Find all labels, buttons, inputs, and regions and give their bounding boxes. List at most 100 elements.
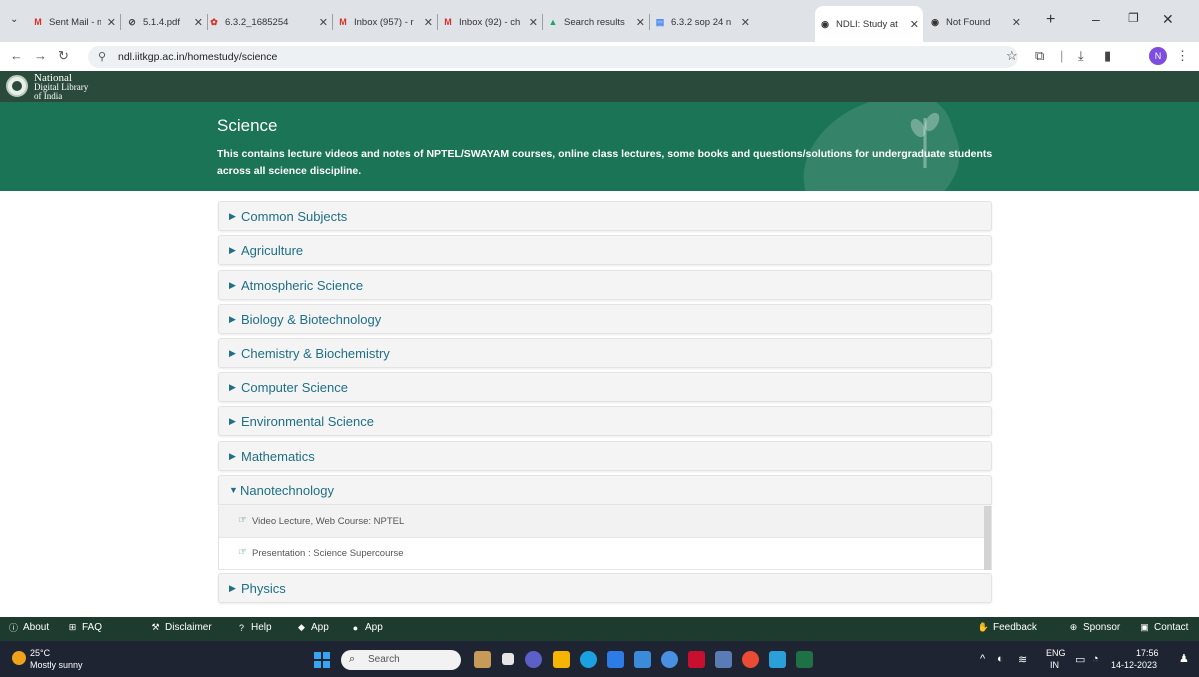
tab-close-icon[interactable]: ✕ [319,16,328,29]
site-info-icon[interactable]: ⚲ [98,50,106,63]
taskbar-app-icon[interactable] [474,651,491,668]
weather-temperature[interactable]: 25°C [30,648,50,658]
photos-icon[interactable] [634,651,651,668]
caret-right-icon: ▶ [229,583,236,593]
footer-feedback-link[interactable]: ✋ Feedback [978,622,1037,633]
weather-sun-icon[interactable] [12,651,26,665]
back-icon[interactable]: ← [10,48,23,63]
tab-title: Not Found [946,16,991,28]
browser-tab[interactable]: ◉ Not Found ✕ [925,8,1025,36]
browser-tab-strip: ⌄ M Sent Mail - mo ✕ ⊘ 5.1.4.pdf ✕ ✿ 6.3.2_1685… [0,0,1199,42]
resource-link-item[interactable]: ☞ Presentation : Science Supercourse [219,538,985,570]
subject-accordion-item[interactable]: ▶ Agriculture [218,235,992,265]
extensions-icon[interactable]: ⧉ [1035,48,1044,64]
browser-tab[interactable]: M Inbox (92) - ch ✕ [438,8,542,36]
panel-scrollbar[interactable] [984,506,991,570]
docs-icon: ▤ [655,16,665,27]
tab-close-icon[interactable]: ✕ [194,16,203,29]
edge-icon[interactable] [580,651,597,668]
network-icon[interactable]: ▭ [1075,653,1085,666]
mcafee-icon[interactable] [688,651,705,668]
browser-tab[interactable]: ✿ 6.3.2_1685254 ✕ [204,8,332,36]
subject-accordion-item[interactable]: ▶ Computer Science [218,372,992,402]
subject-label: Agriculture [241,243,304,258]
browser-tab[interactable]: ◉ NDLI: Study at ✕ [815,6,923,42]
volume-icon[interactable]: ◔ [1092,653,1099,665]
tray-app-icon[interactable]: ◐ [997,653,1004,665]
excel-icon[interactable] [796,651,813,668]
drive-icon: ▲ [548,17,558,27]
language-indicator[interactable]: ENG [1046,648,1066,658]
subject-accordion-item[interactable]: ▼ Nanotechnology [218,475,992,505]
reload-icon[interactable]: ↻ [58,48,69,64]
task-view-icon[interactable] [502,653,514,665]
menu-kebab-icon[interactable]: ⋮ [1176,48,1189,64]
close-window-icon[interactable]: ✕ [1162,11,1174,28]
taskbar-search-box[interactable]: ⌕ Search [341,650,461,670]
tab-close-icon[interactable]: ✕ [424,16,433,29]
browser-tab[interactable]: M Sent Mail - mo ✕ [28,8,120,36]
subject-accordion-item[interactable]: ▶ Physics [218,573,992,603]
notification-bell-icon[interactable]: ♟ [1179,652,1189,665]
minimize-icon[interactable]: – [1092,11,1100,27]
url-text[interactable]: ndl.iitkgp.ac.in/homestudy/science [118,51,277,63]
app-icon[interactable] [715,651,732,668]
footer-contact-link[interactable]: ▣ Contact [1139,622,1188,633]
new-tab-icon[interactable]: + [1046,11,1055,29]
tab-search-chevron-icon[interactable]: ⌄ [10,14,18,25]
chat-icon[interactable] [525,651,542,668]
footer-help-link[interactable]: ? Help [236,622,272,633]
footer-faq-link[interactable]: ⊞ FAQ [67,622,102,633]
tab-close-icon[interactable]: ✕ [741,16,750,29]
subject-accordion-item[interactable]: ▶ Environmental Science [218,406,992,436]
resource-link-item[interactable]: ☞ Video Lecture, Web Course: NPTEL [219,506,985,538]
side-panel-icon[interactable]: ▮ [1104,48,1111,64]
tab-close-icon[interactable]: ✕ [910,18,919,31]
region-indicator[interactable]: IN [1050,660,1059,670]
browser-tab[interactable]: ⊘ 5.1.4.pdf ✕ [122,8,207,36]
tray-app-icon[interactable]: ≋ [1018,653,1027,666]
store-icon[interactable] [607,651,624,668]
caret-down-icon: ▼ [229,485,238,495]
address-bar[interactable]: ⚲ ndl.iitkgp.ac.in/homestudy/science [88,46,1018,68]
profile-avatar[interactable]: N [1149,47,1167,65]
footer-about-link[interactable]: ⓘ About [8,622,49,633]
browser-tab[interactable]: M Inbox (957) - r ✕ [333,8,437,36]
browser-toolbar: ← → ↻ ⚲ ndl.iitkgp.ac.in/homestudy/scien… [0,42,1199,71]
footer-android-app-link[interactable]: ◆ App [296,622,329,633]
browser-tab[interactable]: ▲ Search results ✕ [543,8,649,36]
resource-link-label[interactable]: Video Lecture, Web Course: NPTEL [252,516,404,527]
subject-accordion-item[interactable]: ▶ Mathematics [218,441,992,471]
weather-condition[interactable]: Mostly sunny [30,660,83,670]
tab-close-icon[interactable]: ✕ [636,16,645,29]
tab-close-icon[interactable]: ✕ [1012,16,1021,29]
tray-overflow-icon[interactable]: ^ [980,653,985,665]
subject-label: Environmental Science [241,414,374,429]
app-icon[interactable] [661,651,678,668]
caret-right-icon: ▶ [229,314,236,324]
tab-close-icon[interactable]: ✕ [107,16,116,29]
ndl-logo-text[interactable]: National Digital Library of India [34,73,88,100]
clock-time[interactable]: 17:56 [1136,648,1159,658]
windows-start-icon[interactable] [314,652,330,668]
subject-accordion-item[interactable]: ▶ Common Subjects [218,201,992,231]
chrome-icon[interactable] [742,651,759,668]
clock-date[interactable]: 14-12-2023 [1111,660,1157,670]
restore-icon[interactable]: ❐ [1128,11,1139,25]
subject-accordion-item[interactable]: ▶ Chemistry & Biochemistry [218,338,992,368]
download-icon[interactable]: ⤓ [1078,48,1084,64]
photos-app-icon[interactable] [769,651,786,668]
footer-ios-app-link[interactable]: ● App [350,622,383,633]
subject-accordion-item[interactable]: ▶ Atmospheric Science [218,270,992,300]
ndl-logo-icon[interactable] [6,75,28,97]
file-explorer-icon[interactable] [553,651,570,668]
browser-tab[interactable]: ▤ 6.3.2 sop 24 n ✕ [650,8,754,36]
resource-link-label[interactable]: Presentation : Science Supercourse [252,548,404,559]
footer-sponsor-link[interactable]: ⊕ Sponsor [1068,622,1121,633]
forward-icon[interactable]: → [34,48,47,63]
page-title: Science [217,116,278,135]
tab-close-icon[interactable]: ✕ [529,16,538,29]
footer-disclaimer-link[interactable]: ⚒ Disclaimer [150,622,211,633]
bookmark-star-icon[interactable]: ☆ [1006,48,1018,64]
subject-accordion-item[interactable]: ▶ Biology & Biotechnology [218,304,992,334]
